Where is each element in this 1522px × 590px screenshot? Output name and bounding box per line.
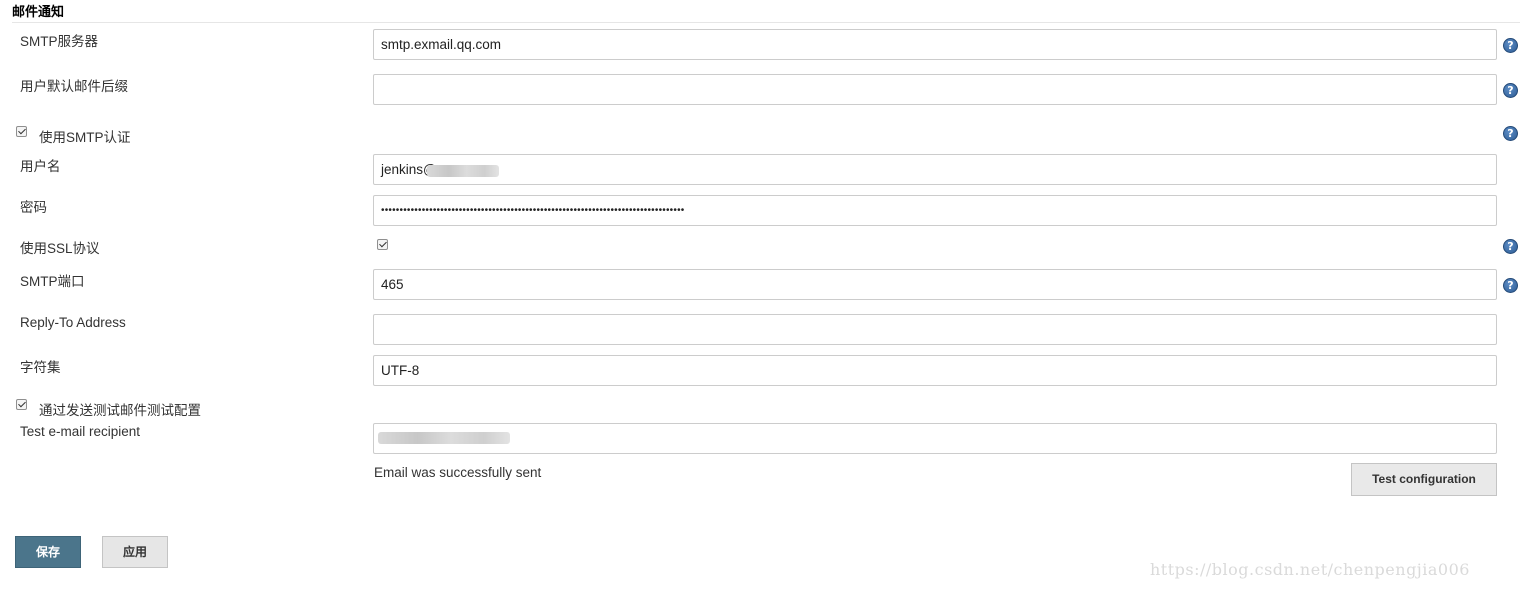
password-input[interactable]: ••••••••••••••••••••••••••••••••••••••••… [373,195,1497,226]
section-title: 邮件通知 [12,4,65,19]
test-by-email-label: 通过发送测试邮件测试配置 [39,403,201,418]
use-ssl-label: 使用SSL协议 [20,241,100,256]
charset-input[interactable] [373,355,1497,386]
username-input[interactable]: jenkins@ [373,154,1497,185]
save-button[interactable]: 保存 [15,536,81,568]
default-suffix-input[interactable] [373,74,1497,105]
test-configuration-button[interactable]: Test configuration [1351,463,1497,496]
apply-button[interactable]: 应用 [102,536,168,568]
section-divider [12,22,1520,23]
default-suffix-help-icon[interactable]: ? [1503,83,1518,98]
charset-label: 字符集 [20,360,61,375]
username-label: 用户名 [20,159,61,174]
smtp-auth-help-icon[interactable]: ? [1503,126,1518,141]
redacted-blur [427,165,499,177]
redacted-blur [378,432,510,444]
smtp-server-help-icon[interactable]: ? [1503,38,1518,53]
watermark: https://blog.csdn.net/chenpengjia006 [1150,560,1470,579]
reply-to-label: Reply-To Address [20,315,126,330]
smtp-port-help-icon[interactable]: ? [1503,278,1518,293]
smtp-port-label: SMTP端口 [20,274,85,289]
test-recipient-label: Test e-mail recipient [20,424,141,439]
test-by-email-checkbox[interactable] [16,399,27,410]
use-smtp-auth-label: 使用SMTP认证 [39,130,131,145]
password-label: 密码 [20,200,47,215]
ssl-help-icon[interactable]: ? [1503,239,1518,254]
smtp-server-label: SMTP服务器 [20,34,99,49]
test-status-message: Email was successfully sent [374,465,542,480]
use-ssl-checkbox[interactable] [377,239,388,250]
test-recipient-input[interactable] [373,423,1497,454]
smtp-port-input[interactable] [373,269,1497,300]
reply-to-input[interactable] [373,314,1497,345]
default-suffix-label: 用户默认邮件后缀 [20,79,128,94]
use-smtp-auth-checkbox[interactable] [16,126,27,137]
smtp-server-input[interactable] [373,29,1497,60]
